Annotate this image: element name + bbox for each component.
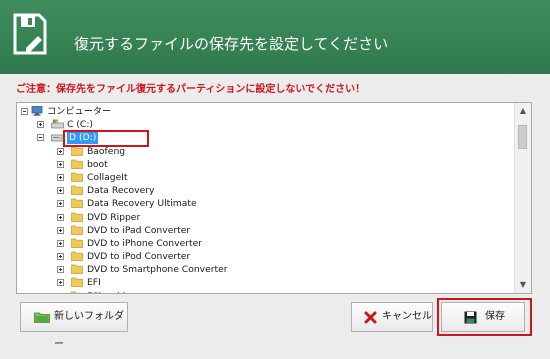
expand-icon[interactable] [57, 292, 64, 293]
tree-label-folder: DVD to iPhone Converter [87, 237, 203, 249]
tree-label-computer: コンピューター [47, 106, 112, 117]
tree-item-folder[interactable]: boot [21, 158, 511, 171]
scroll-up-arrow-icon[interactable]: ▲ [515, 103, 531, 119]
dialog-title: 復元するファイルの保存先を設定してください [74, 35, 389, 53]
tree-label-folder: DVD Ripper [87, 211, 141, 223]
tree-item-folder[interactable]: DVD to iPod Converter [21, 250, 511, 263]
tree-label-folder: DVD to iPod Converter [87, 251, 191, 263]
expand-icon[interactable] [37, 121, 44, 129]
drive-d-highlight [63, 130, 149, 147]
folder-icon [71, 264, 83, 275]
tree-label-folder: Data Recovery [87, 185, 155, 197]
tree-item-folder[interactable]: DVD to iPhone Converter [21, 237, 511, 250]
expand-icon[interactable] [57, 266, 64, 274]
folder-icon [71, 212, 83, 222]
new-folder-label: 新しいフォルダー [54, 311, 124, 350]
computer-icon [31, 106, 43, 116]
tree-item-folder[interactable]: DVD to Smartphone Converter [21, 263, 511, 276]
tree-label-folder: Data Recovery Ultimate [87, 198, 197, 210]
close-x-icon [364, 311, 377, 324]
dialog-header: 復元するファイルの保存先を設定してください [0, 0, 550, 74]
expand-icon[interactable] [57, 173, 64, 181]
tree-item-folder[interactable]: CollageIt [21, 171, 511, 184]
tree-item-folder[interactable]: Data Recovery [21, 184, 511, 197]
cancel-label: キャンセル [382, 311, 432, 322]
expand-icon[interactable] [57, 200, 64, 208]
cancel-button[interactable]: キャンセル [351, 302, 433, 332]
tree-label-folder: EShredder [87, 290, 135, 293]
expand-icon[interactable] [57, 226, 64, 234]
scroll-down-arrow-icon[interactable]: ▼ [515, 277, 531, 293]
tree-label-folder: DVD to iPad Converter [87, 224, 191, 236]
expand-icon[interactable] [57, 253, 64, 261]
expand-icon[interactable] [57, 187, 64, 195]
folder-icon [71, 238, 83, 248]
scrollbar-thumb[interactable] [518, 125, 527, 149]
expand-icon[interactable] [57, 213, 64, 221]
tree-label-folder: EFI [87, 277, 101, 289]
tree-item-folder[interactable]: EShredder [21, 290, 511, 293]
expand-icon[interactable] [57, 279, 64, 287]
expand-icon[interactable] [57, 147, 64, 155]
tree-item-folder[interactable]: Data Recovery Ultimate [21, 197, 511, 210]
drive-c-icon [51, 119, 64, 129]
folder-icon [71, 185, 83, 195]
collapse-icon[interactable] [21, 108, 28, 115]
folder-icon [71, 225, 83, 235]
warning-message: ご注意：保存先をファイル復元するパーティションに設定しないでください！ [16, 84, 366, 95]
folder-icon [71, 172, 83, 182]
tree-item-folder[interactable]: EFI [21, 276, 511, 289]
folder-icon [71, 278, 83, 288]
new-folder-icon [34, 312, 50, 323]
folder-icon [71, 146, 83, 156]
tree-label-folder: boot [87, 158, 108, 170]
tree-label-folder: DVD to Smartphone Converter [87, 264, 228, 276]
expand-icon[interactable] [57, 239, 64, 247]
new-folder-button[interactable]: 新しいフォルダー [20, 302, 128, 350]
tree-item-folder[interactable]: DVD to iPad Converter [21, 224, 511, 237]
expand-icon[interactable] [57, 160, 64, 168]
tree-label-folder: CollageIt [87, 171, 128, 183]
folder-icon [71, 251, 83, 261]
tree-scrollbar[interactable]: ▲ ▼ [514, 103, 531, 293]
folder-icon [71, 291, 83, 293]
collapse-icon[interactable] [37, 134, 44, 142]
folder-tree[interactable]: コンピューター C (C:) D (D:) Baofeng boot Collage… [16, 102, 532, 294]
folder-icon [71, 198, 83, 209]
folder-icon [71, 159, 83, 169]
save-disk-icon [13, 13, 47, 55]
tree-item-folder[interactable]: DVD Ripper [21, 211, 511, 224]
tree-item-computer[interactable]: コンピューター [21, 105, 511, 118]
save-button-highlight [437, 298, 532, 336]
